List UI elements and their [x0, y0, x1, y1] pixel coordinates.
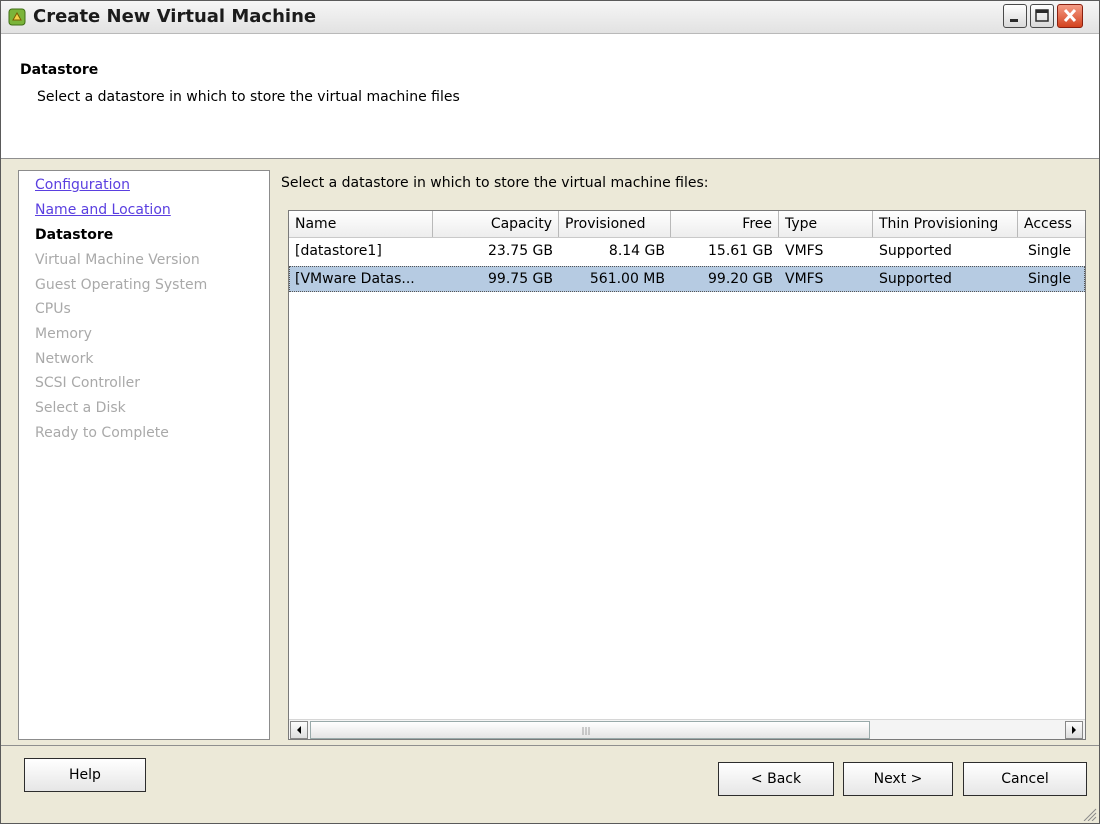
maximize-icon: [1035, 9, 1049, 22]
cell-provisioned: 561.00 MB: [589, 271, 665, 287]
scroll-grip-icon: [582, 727, 590, 735]
cell-access: Single: [1028, 243, 1072, 259]
footer-divider: [1, 745, 1099, 746]
datastore-table[interactable]: Name Capacity Provisioned Free Type Thin…: [288, 210, 1086, 740]
table-row-selected[interactable]: [VMware Datas... 99.75 GB 561.00 MB 99.2…: [289, 266, 1085, 292]
chevron-right-icon: [1072, 726, 1076, 734]
datastore-instruction: Select a datastore in which to store the…: [281, 175, 709, 191]
help-button[interactable]: Help: [24, 758, 146, 792]
cell-thin-provisioning: Supported: [879, 271, 952, 287]
column-header-access[interactable]: Access: [1018, 211, 1085, 237]
step-memory: Memory: [35, 326, 92, 342]
step-scsi-controller: SCSI Controller: [35, 375, 140, 391]
horizontal-scrollbar[interactable]: [289, 719, 1085, 739]
cell-type: VMFS: [785, 271, 824, 287]
resize-grip-icon[interactable]: [1081, 807, 1097, 821]
column-header-name[interactable]: Name: [289, 211, 433, 237]
step-cpus: CPUs: [35, 301, 71, 317]
table-header: Name Capacity Provisioned Free Type Thin…: [289, 211, 1085, 238]
column-header-thin-provisioning[interactable]: Thin Provisioning: [873, 211, 1018, 237]
vm-app-icon: [8, 8, 26, 26]
close-icon: [1063, 8, 1077, 23]
cancel-button[interactable]: Cancel: [963, 762, 1087, 796]
column-header-type[interactable]: Type: [779, 211, 873, 237]
minimize-button[interactable]: [1003, 4, 1027, 28]
page-title: Datastore: [20, 62, 99, 78]
cell-name: [VMware Datas...: [295, 271, 415, 287]
cell-free: 99.20 GB: [708, 271, 773, 287]
wizard-steps-panel: Configuration Name and Location Datastor…: [18, 170, 270, 740]
cell-provisioned: 8.14 GB: [608, 243, 665, 259]
scroll-left-button[interactable]: [290, 721, 308, 739]
step-configuration[interactable]: Configuration: [35, 177, 130, 193]
maximize-button[interactable]: [1030, 4, 1054, 28]
step-virtual-machine-version: Virtual Machine Version: [35, 252, 200, 268]
title-bar[interactable]: Create New Virtual Machine: [1, 1, 1099, 34]
step-datastore: Datastore: [35, 227, 114, 243]
wizard-header: Datastore Select a datastore in which to…: [1, 34, 1099, 159]
cell-capacity: 23.75 GB: [488, 243, 553, 259]
wizard-window: Create New Virtual Machine Datastore Sel…: [0, 0, 1100, 824]
step-ready-to-complete: Ready to Complete: [35, 425, 169, 441]
column-header-capacity[interactable]: Capacity: [433, 211, 559, 237]
scrollbar-thumb[interactable]: [310, 721, 870, 739]
chevron-left-icon: [297, 726, 301, 734]
step-network: Network: [35, 351, 94, 367]
window-title: Create New Virtual Machine: [33, 6, 317, 27]
back-button[interactable]: < Back: [718, 762, 834, 796]
cell-free: 15.61 GB: [708, 243, 773, 259]
scroll-right-button[interactable]: [1065, 721, 1083, 739]
next-button[interactable]: Next >: [843, 762, 953, 796]
cell-access: Single: [1028, 271, 1072, 287]
step-guest-operating-system: Guest Operating System: [35, 277, 208, 293]
column-header-provisioned[interactable]: Provisioned: [559, 211, 671, 237]
minimize-icon: [1010, 19, 1018, 22]
page-subtitle: Select a datastore in which to store the…: [37, 89, 460, 105]
step-name-and-location[interactable]: Name and Location: [35, 202, 171, 218]
close-button[interactable]: [1057, 4, 1083, 28]
step-select-a-disk: Select a Disk: [35, 400, 126, 416]
column-header-free[interactable]: Free: [671, 211, 779, 237]
cell-capacity: 99.75 GB: [488, 271, 553, 287]
table-row[interactable]: [datastore1] 23.75 GB 8.14 GB 15.61 GB V…: [289, 238, 1085, 264]
cell-name: [datastore1]: [295, 243, 382, 259]
cell-type: VMFS: [785, 243, 824, 259]
cell-thin-provisioning: Supported: [879, 243, 952, 259]
